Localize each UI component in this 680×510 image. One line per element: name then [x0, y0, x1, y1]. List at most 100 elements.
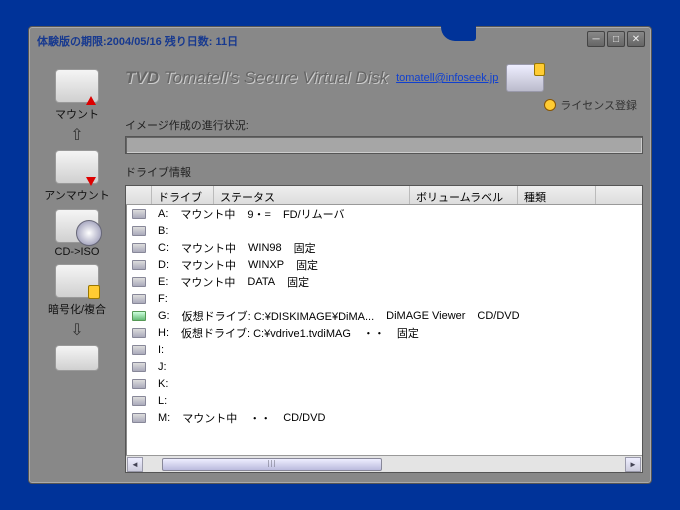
drive-letter: E:	[152, 276, 174, 288]
sidebar-item-label: CD->ISO	[55, 246, 100, 258]
list-rows: A:マウント中9・=FD/リムーバB:C:マウント中WIN98固定D:マウント中…	[126, 205, 642, 455]
sidebar-item-encrypt[interactable]: 暗号化/複合	[48, 264, 106, 317]
table-row[interactable]: K:	[126, 375, 642, 392]
scroll-left-button[interactable]: ◄	[127, 457, 143, 472]
table-row[interactable]: I:	[126, 341, 642, 358]
email-link[interactable]: tomatell@infoseek.jp	[396, 72, 498, 84]
scroll-thumb[interactable]	[162, 458, 382, 471]
column-icon[interactable]	[126, 186, 152, 204]
drive-type: CD/DVD	[471, 310, 525, 322]
table-row[interactable]: H:仮想ドライブ: C:¥vdrive1.tvdiMAG・・固定	[126, 324, 642, 341]
encrypt-icon	[55, 264, 99, 298]
drive-info-header: ドライブ情報	[125, 162, 643, 183]
window-controls: ─ □ ✕	[587, 31, 645, 47]
drive-letter: L:	[152, 395, 173, 407]
sidebar-item-misc[interactable]	[55, 345, 99, 371]
drive-volume: ・・	[243, 410, 277, 426]
drive-letter: C:	[152, 242, 175, 254]
drive-row-icon	[126, 311, 152, 321]
column-drive[interactable]: ドライブ	[152, 186, 214, 204]
drive-row-icon	[126, 294, 152, 304]
table-row[interactable]: A:マウント中9・=FD/リムーバ	[126, 205, 642, 222]
drive-status: 仮想ドライブ: C:¥DISKIMAGE¥DiMA...	[176, 308, 381, 324]
drive-letter: G:	[152, 310, 176, 322]
drive-type: 固定	[281, 274, 315, 290]
drive-row-icon	[126, 209, 152, 219]
drive-volume: WIN98	[242, 242, 288, 254]
drive-letter: I:	[152, 344, 170, 356]
drive-letter: F:	[152, 293, 174, 305]
drive-type: 固定	[391, 325, 425, 341]
license-label: ライセンス登録	[560, 97, 637, 113]
arrow-down-icon: ⇩	[70, 323, 83, 339]
drive-letter: B:	[152, 225, 174, 237]
main-panel: TVD Tomatell's Secure Virtual Disk tomat…	[121, 59, 643, 473]
progress-bar	[125, 136, 643, 154]
drive-status: マウント中	[174, 206, 241, 222]
horizontal-scrollbar[interactable]: ◄ ►	[126, 455, 642, 472]
table-row[interactable]: F:	[126, 290, 642, 307]
sidebar-item-label: アンマウント	[44, 187, 110, 203]
drive-volume: WINXP	[242, 259, 290, 271]
drive-row-icon	[126, 260, 152, 270]
column-type[interactable]: 種類	[518, 186, 596, 204]
close-button[interactable]: ✕	[627, 31, 645, 47]
drive-type: 固定	[288, 240, 322, 256]
scroll-right-button[interactable]: ►	[625, 457, 641, 472]
drive-row-icon	[126, 362, 152, 372]
drive-letter: J:	[152, 361, 173, 373]
column-status[interactable]: ステータス	[214, 186, 410, 204]
key-icon	[544, 99, 556, 111]
drive-row-icon	[126, 413, 152, 423]
app-title-text: Tomatell's Secure Virtual Disk	[164, 68, 388, 87]
drive-row-icon	[126, 243, 152, 253]
drive-status: マウント中	[175, 257, 242, 273]
drive-letter: D:	[152, 259, 175, 271]
app-title-tvd: TVD	[125, 68, 159, 87]
table-row[interactable]: B:	[126, 222, 642, 239]
drive-row-icon	[126, 328, 152, 338]
sidebar-item-label: マウント	[55, 106, 99, 122]
drive-type: FD/リムーバ	[277, 206, 351, 222]
drive-letter: H:	[152, 327, 175, 339]
table-row[interactable]: E:マウント中DATA固定	[126, 273, 642, 290]
drive-row-icon	[126, 277, 152, 287]
app-window: 体験版の期限:2004/05/16 残り日数: 11日 ─ □ ✕ マウント ⇧…	[28, 26, 652, 484]
drive-letter: M:	[152, 412, 176, 424]
sidebar-item-mount[interactable]: マウント	[55, 69, 99, 122]
table-row[interactable]: L:	[126, 392, 642, 409]
app-title: TVD Tomatell's Secure Virtual Disk	[125, 68, 388, 88]
header-row: TVD Tomatell's Secure Virtual Disk tomat…	[125, 59, 643, 97]
minimize-button[interactable]: ─	[587, 31, 605, 47]
maximize-button[interactable]: □	[607, 31, 625, 47]
drive-letter: K:	[152, 378, 174, 390]
sidebar-item-cd-iso[interactable]: CD->ISO	[55, 209, 100, 258]
drive-row-icon	[126, 379, 152, 389]
table-row[interactable]: G:仮想ドライブ: C:¥DISKIMAGE¥DiMA...DiMAGE Vie…	[126, 307, 642, 324]
license-row[interactable]: ライセンス登録	[125, 97, 643, 113]
drive-volume: DiMAGE Viewer	[380, 310, 471, 322]
drive-status: 仮想ドライブ: C:¥vdrive1.tvdiMAG	[175, 325, 357, 341]
secure-drive-icon	[506, 64, 544, 92]
table-row[interactable]: J:	[126, 358, 642, 375]
sidebar-item-label: 暗号化/複合	[48, 301, 106, 317]
drive-volume: DATA	[241, 276, 281, 288]
drive-status: マウント中	[175, 240, 242, 256]
misc-icon	[55, 345, 99, 371]
drive-info-label: ドライブ情報	[125, 164, 191, 180]
drive-row-icon	[126, 226, 152, 236]
table-row[interactable]: M:マウント中・・CD/DVD	[126, 409, 642, 426]
drive-row-icon	[126, 345, 152, 355]
cd-iso-icon	[55, 209, 99, 243]
drive-status: マウント中	[174, 274, 241, 290]
drive-mount-icon	[55, 69, 99, 103]
trial-info: 体験版の期限:2004/05/16 残り日数: 11日	[37, 33, 238, 49]
progress-label: イメージ作成の進行状況:	[125, 117, 643, 133]
titlebar: 体験版の期限:2004/05/16 残り日数: 11日 ─ □ ✕	[29, 27, 651, 55]
table-row[interactable]: D:マウント中WINXP固定	[126, 256, 642, 273]
drive-list: ドライブ ステータス ボリュームラベル 種類 A:マウント中9・=FD/リムーバ…	[125, 185, 643, 473]
column-volume[interactable]: ボリュームラベル	[410, 186, 518, 204]
sidebar-item-unmount[interactable]: アンマウント	[44, 150, 110, 203]
table-row[interactable]: C:マウント中WIN98固定	[126, 239, 642, 256]
arrow-up-icon: ⇧	[70, 128, 83, 144]
